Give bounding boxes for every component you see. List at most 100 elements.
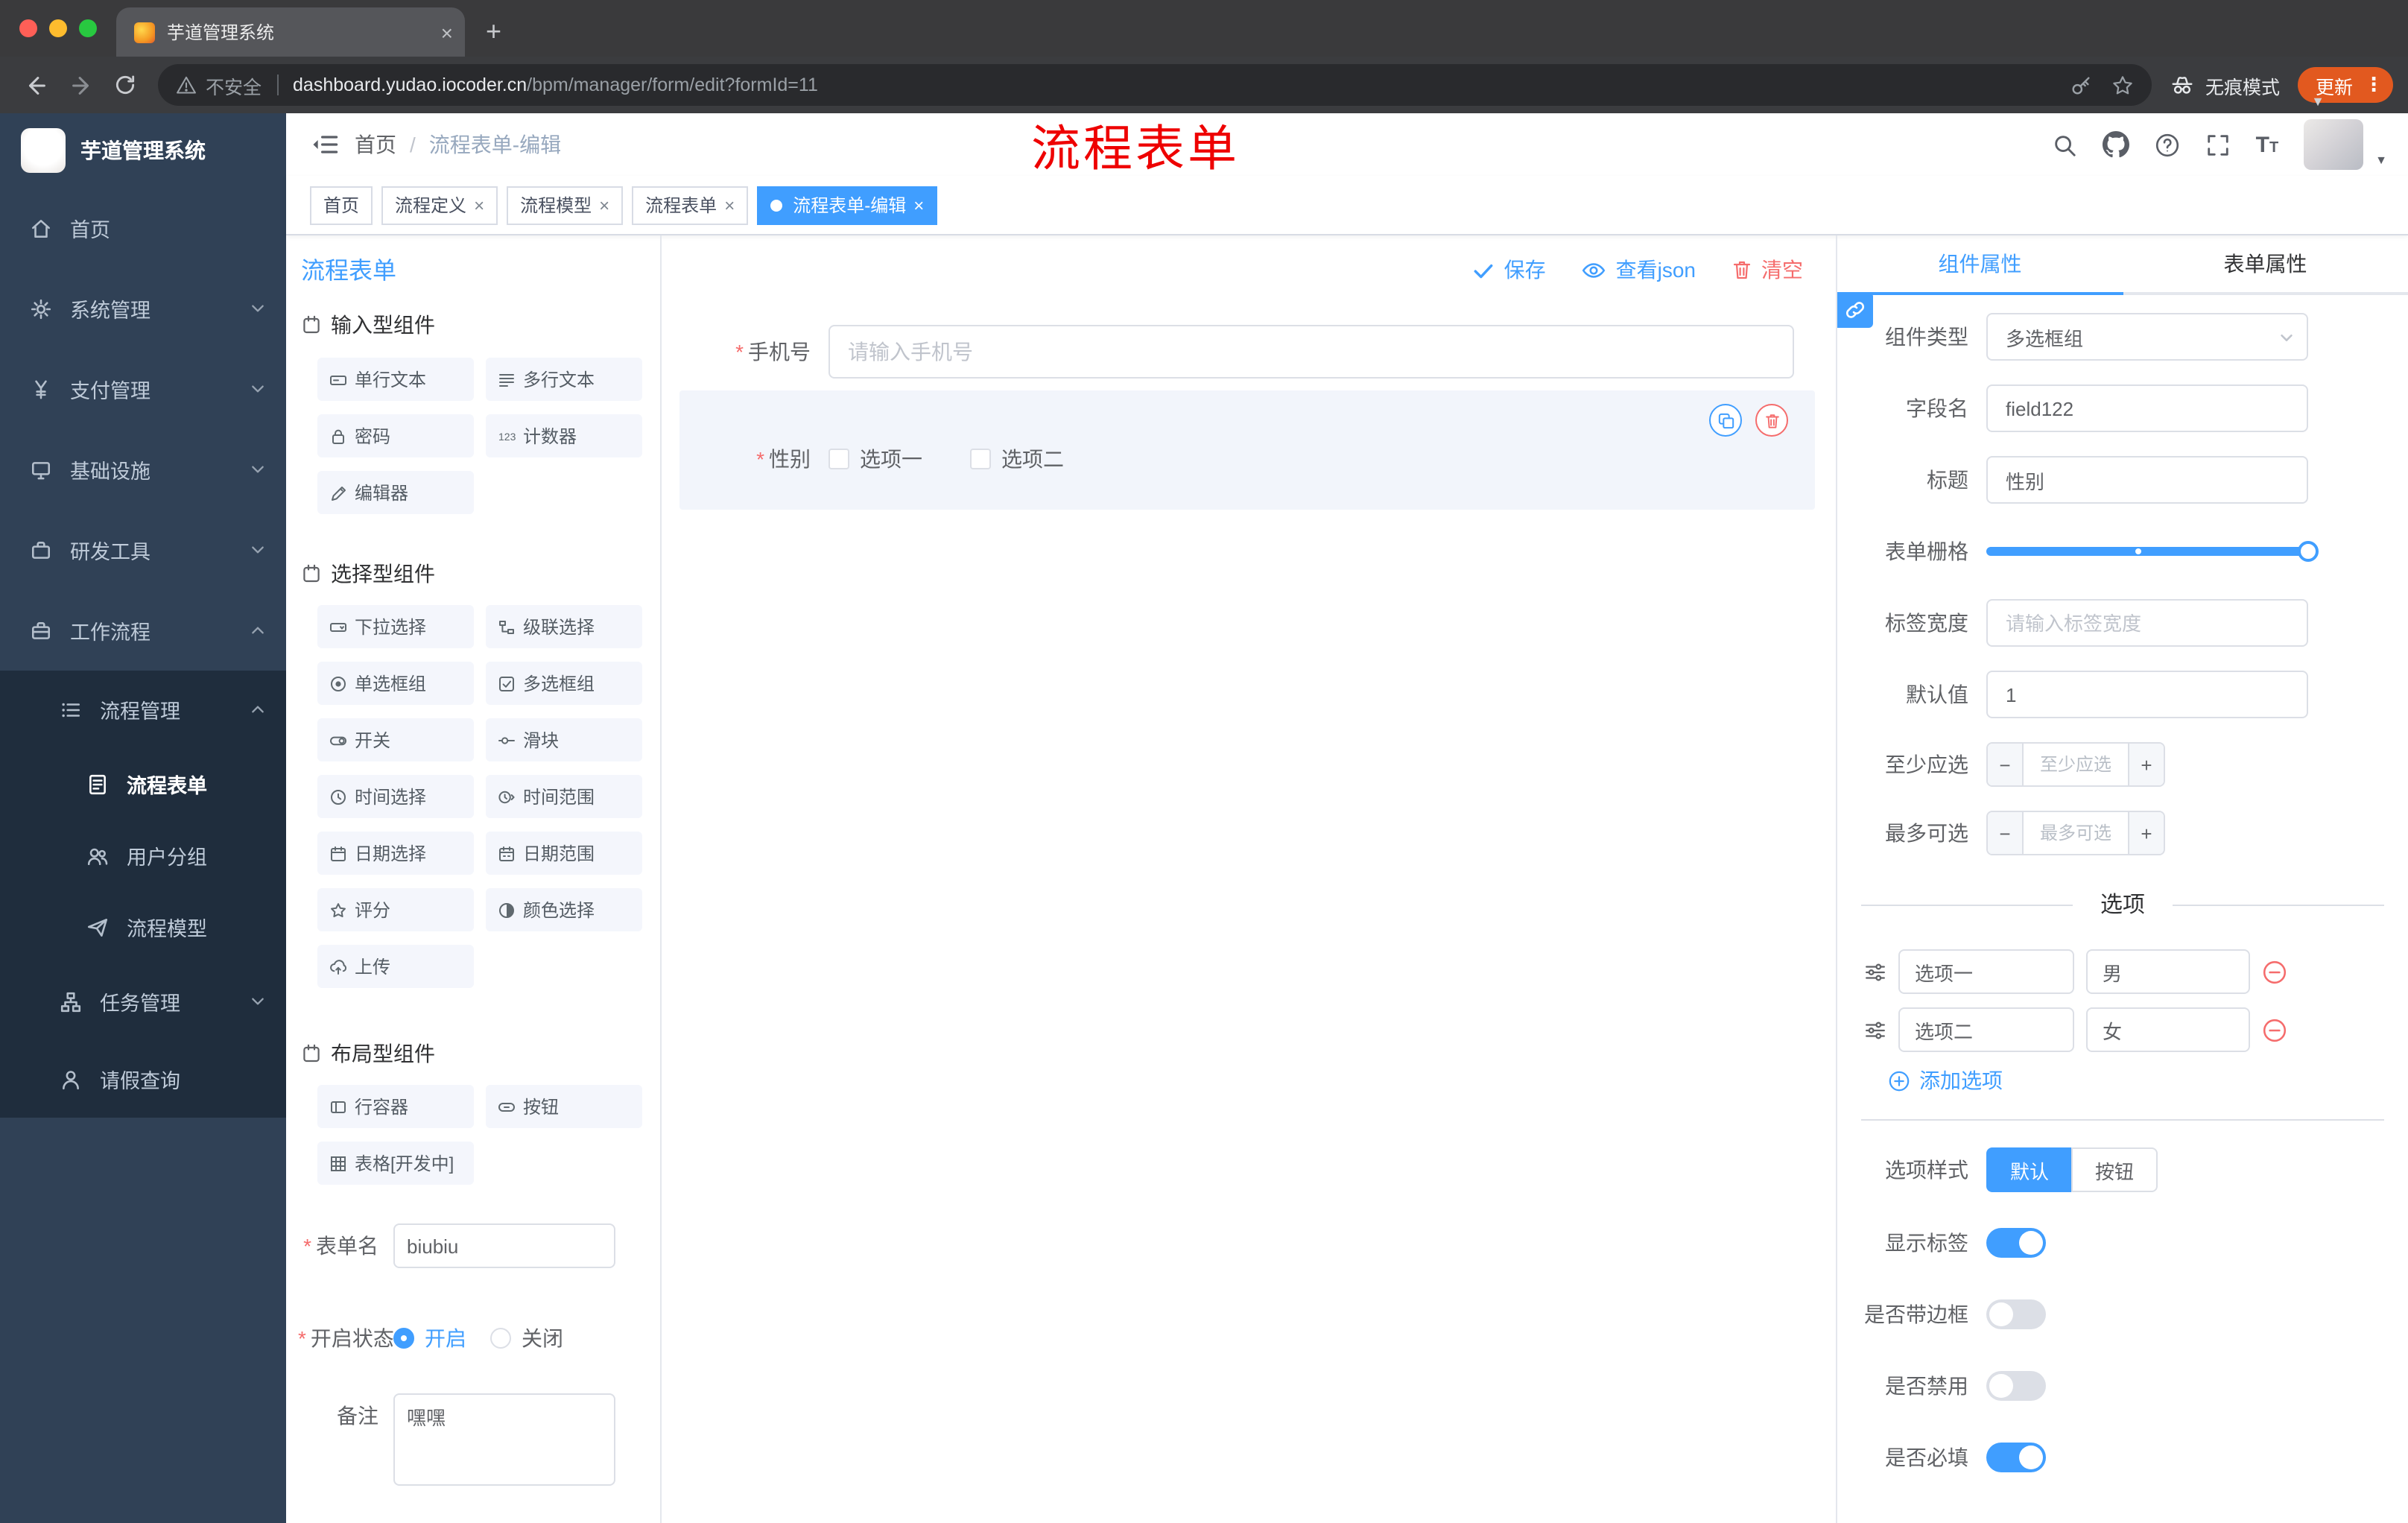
phone-input[interactable] [828,325,1794,379]
github-icon[interactable] [2102,131,2129,158]
user-avatar[interactable] [2304,119,2364,170]
address-bar[interactable]: 不安全 dashboard.yudao.iocoder.cn/bpm/manag… [158,64,2152,106]
tab-form-properties[interactable]: 表单属性 [2123,235,2408,292]
tab-close-icon[interactable]: × [441,22,453,42]
form-remark-textarea[interactable]: 嘿嘿 [393,1393,615,1486]
sidebar-item-workflow[interactable]: 工作流程 [0,590,286,671]
min-select-input[interactable] [2024,744,2128,785]
style-button-button[interactable]: 按钮 [2071,1147,2158,1192]
component-textarea[interactable]: 多行文本 [486,358,642,401]
increase-button[interactable]: + [2128,812,2164,854]
sidebar-item-dev-tools[interactable]: 研发工具 [0,510,286,590]
field-name-input[interactable] [1986,384,2308,432]
component-checkbox-group[interactable]: 多选框组 [486,662,642,705]
slider-handle[interactable] [2298,541,2319,562]
sidebar-item-infrastructure[interactable]: 基础设施 [0,429,286,510]
label-width-input[interactable] [1986,599,2308,647]
grid-slider[interactable] [1986,528,2319,575]
option-1-value-input[interactable] [2086,949,2250,994]
increase-button[interactable]: + [2128,744,2164,785]
sidebar-item-system[interactable]: 系统管理 [0,268,286,349]
component-switch[interactable]: 开关 [317,718,474,762]
reload-button[interactable] [104,64,146,106]
drag-handle-icon[interactable] [1864,960,1886,983]
decrease-button[interactable]: − [1988,812,2024,854]
delete-widget-button[interactable] [1755,404,1788,437]
form-name-input[interactable] [393,1223,615,1268]
fullscreen-icon[interactable] [2205,132,2231,157]
tab-component-properties[interactable]: 组件属性 [1837,235,2123,295]
add-option-button[interactable]: 添加选项 [1888,1066,2384,1095]
slider-track[interactable] [1986,541,2319,562]
gender-option-2-checkbox[interactable]: 选项二 [970,444,1064,474]
browser-dropdown-caret-icon[interactable]: ▼ [2311,95,2325,109]
component-row-container[interactable]: 行容器 [317,1085,474,1128]
tag-process-form-edit[interactable]: 流程表单-编辑 × [757,186,938,224]
decrease-button[interactable]: − [1988,744,2024,785]
component-select[interactable]: 下拉选择 [317,605,474,648]
remove-option-button[interactable] [2262,1017,2287,1042]
sidebar-item-payment[interactable]: 支付管理 [0,349,286,429]
style-default-button[interactable]: 默认 [1986,1147,2072,1192]
sidebar-fold-icon[interactable] [310,130,340,159]
form-widget-phone[interactable]: * 手机号 [679,325,1815,379]
sidebar-item-user-groups[interactable]: 用户分组 [0,820,286,891]
component-button[interactable]: 按钮 [486,1085,642,1128]
disabled-toggle[interactable] [1986,1371,2046,1401]
new-tab-button[interactable]: + [486,18,501,45]
status-off-label[interactable]: 关闭 [522,1323,563,1353]
component-type-select[interactable]: 多选框组 [1986,313,2308,361]
component-rate[interactable]: 评分 [317,888,474,931]
tag-close-icon[interactable]: × [474,196,484,214]
sidebar-item-process-management[interactable]: 流程管理 [0,671,286,748]
sidebar-logo-area[interactable]: 芋道管理系统 [0,113,286,188]
tag-close-icon[interactable]: × [599,196,609,214]
link-handle-button[interactable] [1837,292,1873,328]
component-single-line-text[interactable]: 单行文本 [317,358,474,401]
save-button[interactable]: 保存 [1473,255,1546,285]
bookmark-star-icon[interactable] [2111,74,2134,96]
tag-close-icon[interactable]: × [913,196,924,214]
max-select-input[interactable] [2024,812,2128,854]
browser-tab[interactable]: 芋道管理系统 × [116,7,465,57]
tag-process-form[interactable]: 流程表单 × [632,186,749,224]
view-json-button[interactable]: 查看json [1582,255,1696,285]
status-off-radio[interactable] [490,1328,511,1349]
help-icon[interactable] [2155,132,2180,157]
browser-menu-icon[interactable]: ⋮ [2363,73,2384,97]
tag-process-model[interactable]: 流程模型 × [507,186,624,224]
component-editor[interactable]: 编辑器 [317,471,474,514]
status-on-label[interactable]: 开启 [425,1323,466,1353]
title-input[interactable] [1986,456,2308,504]
component-cascader[interactable]: 级联选择 [486,605,642,648]
status-on-radio[interactable] [393,1328,414,1349]
search-icon[interactable] [2052,132,2077,157]
tag-process-definition[interactable]: 流程定义 × [381,186,498,224]
component-table[interactable]: 表格[开发中] [317,1142,474,1185]
component-slider[interactable]: 滑块 [486,718,642,762]
component-radio-group[interactable]: 单选框组 [317,662,474,705]
option-2-value-input[interactable] [2086,1007,2250,1052]
breadcrumb-home[interactable]: 首页 [355,130,396,159]
remove-option-button[interactable] [2262,959,2287,984]
component-date-range[interactable]: 日期范围 [486,832,642,875]
forward-button[interactable] [60,64,101,106]
sidebar-item-process-form[interactable]: 流程表单 [0,748,286,820]
drag-handle-icon[interactable] [1864,1019,1886,1041]
back-button[interactable] [15,64,57,106]
checkbox-box[interactable] [970,449,991,469]
checkbox-box[interactable] [828,449,849,469]
component-color-picker[interactable]: 颜色选择 [486,888,642,931]
sidebar-item-home[interactable]: 首页 [0,188,286,268]
tag-home[interactable]: 首页 [310,186,373,224]
window-minimize-button[interactable] [49,19,67,37]
default-value-input[interactable] [1986,671,2308,718]
option-1-name-input[interactable] [1898,949,2074,994]
tag-close-icon[interactable]: × [724,196,735,214]
required-toggle[interactable] [1986,1443,2046,1472]
window-zoom-button[interactable] [79,19,97,37]
sidebar-item-task-management[interactable]: 任务管理 [0,963,286,1040]
sidebar-item-leave-query[interactable]: 请假查询 [0,1040,286,1118]
password-key-icon[interactable] [2070,74,2092,96]
window-close-button[interactable] [19,19,37,37]
